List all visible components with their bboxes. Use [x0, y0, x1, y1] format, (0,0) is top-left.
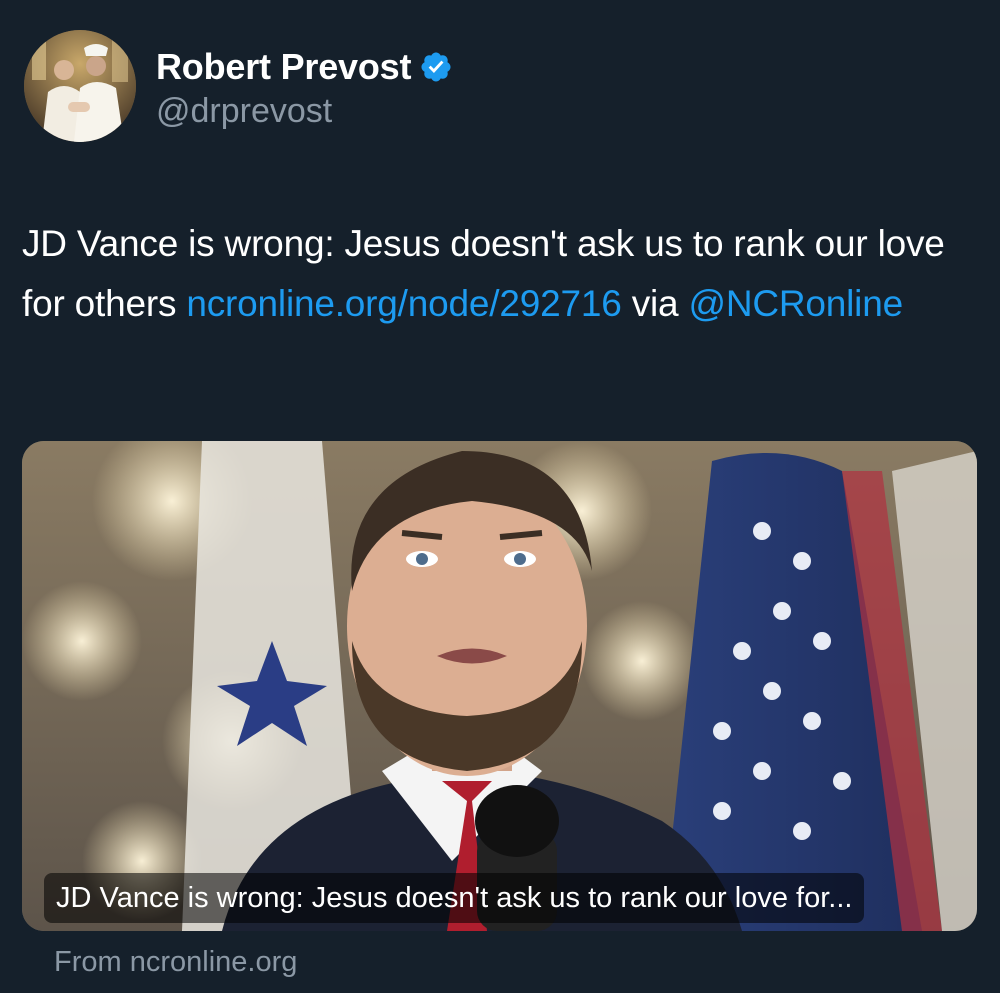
card-photo-icon — [22, 441, 977, 931]
author-display-name[interactable]: Robert Prevost — [156, 46, 411, 88]
tweet-text: JD Vance is wrong: Jesus doesn't ask us … — [22, 214, 982, 334]
tweet: Robert Prevost @drprevost JD Vance is wr… — [0, 0, 1000, 993]
author-name-row[interactable]: Robert Prevost — [156, 46, 453, 88]
avatar[interactable] — [24, 30, 136, 142]
tweet-text-via: via — [621, 283, 689, 324]
author-handle[interactable]: @drprevost — [156, 92, 332, 131]
avatar-photo-icon — [24, 30, 136, 142]
link-preview-card[interactable]: JD Vance is wrong: Jesus doesn't ask us … — [22, 441, 977, 931]
card-source[interactable]: From ncronline.org — [54, 946, 297, 979]
card-title[interactable]: JD Vance is wrong: Jesus doesn't ask us … — [44, 873, 865, 923]
mention-ncronline[interactable]: @NCRonline — [688, 283, 903, 324]
tweet-link[interactable]: ncronline.org/node/292716 — [186, 283, 621, 324]
verified-badge-icon — [421, 52, 451, 82]
